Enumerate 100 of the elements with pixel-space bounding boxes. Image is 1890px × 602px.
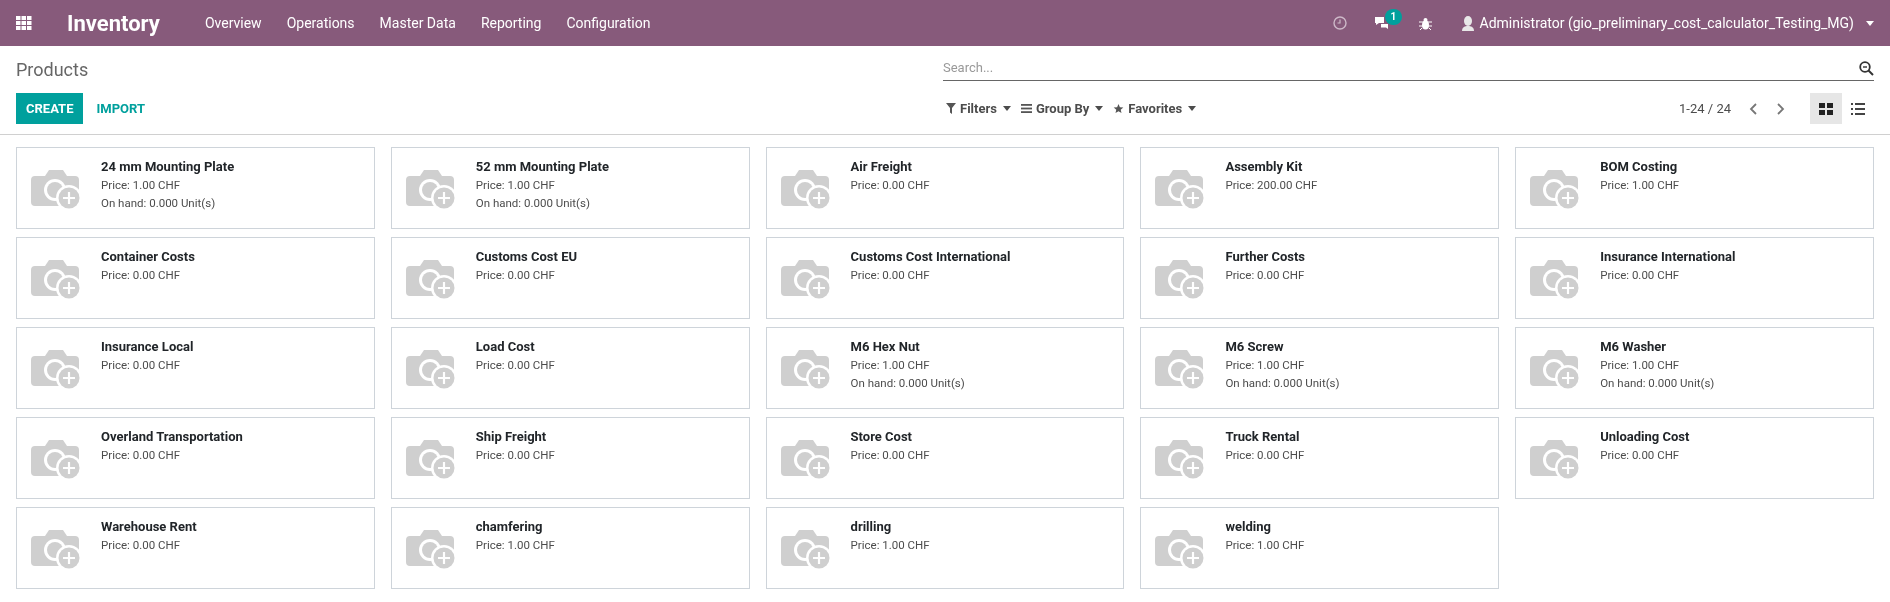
product-price: Price: 0.00 CHF	[101, 537, 182, 554]
product-price: Price: 0.00 CHF	[1600, 447, 1681, 464]
search-icon[interactable]	[1859, 61, 1874, 77]
product-card[interactable]: welding Price: 1.00 CHF	[1140, 507, 1500, 589]
nav-menu-item[interactable]: Operations	[286, 12, 355, 34]
caret-icon	[1188, 106, 1197, 111]
product-name: Air Freight	[850, 158, 913, 176]
product-price: Price: 0.00 CHF	[1225, 267, 1306, 284]
product-card[interactable]: Customs Cost International Price: 0.00 CHF	[765, 237, 1125, 319]
product-price: Price: 1.00 CHF	[1225, 357, 1306, 374]
nav-menu-item[interactable]: Master Data	[379, 12, 456, 34]
product-price: Price: 1.00 CHF	[475, 177, 556, 194]
product-price: Price: 1.00 CHF	[850, 357, 931, 374]
product-price: Price: 0.00 CHF	[850, 267, 931, 284]
list-view-icon	[1851, 102, 1865, 115]
product-name: Load Cost	[475, 338, 536, 356]
product-card[interactable]: Air Freight Price: 0.00 CHF	[765, 147, 1125, 229]
chevron-left-icon[interactable]	[1749, 102, 1757, 115]
product-price: Price: 0.00 CHF	[1600, 267, 1681, 284]
apps-grid-icon[interactable]	[16, 16, 32, 30]
filter-dropdown[interactable]: Group By	[1020, 98, 1104, 119]
product-card[interactable]: Assembly Kit Price: 200.00 CHF	[1140, 147, 1500, 229]
product-price: Price: 0.00 CHF	[850, 447, 930, 464]
product-price: Price: 0.00 CHF	[850, 177, 930, 194]
product-card[interactable]: Container Costs Price: 0.00 CHF	[16, 237, 375, 319]
kanban-view-icon	[1819, 102, 1833, 115]
product-card[interactable]: Warehouse Rent Price: 0.00 CHF	[16, 507, 375, 589]
view-switch-button[interactable]	[1810, 93, 1842, 124]
product-on-hand: On hand: 0.000 Unit(s)	[1225, 375, 1340, 392]
product-card[interactable]: Overland Transportation Price: 0.00 CHF	[16, 417, 375, 499]
caret-icon	[1002, 106, 1011, 111]
message-count-badge: 1	[1384, 9, 1403, 25]
product-name: Insurance International	[1600, 248, 1736, 266]
product-card[interactable]: Truck Rental Price: 0.00 CHF	[1140, 417, 1500, 499]
bug-icon[interactable]	[1418, 16, 1432, 30]
product-card[interactable]: M6 Screw Price: 1.00 CHF On hand: 0.000 Unit(s)	[1140, 327, 1500, 409]
product-card[interactable]: BOM Costing Price: 1.00 CHF	[1515, 147, 1874, 229]
product-card[interactable]: drilling Price: 1.00 CHF	[765, 507, 1125, 589]
product-on-hand: On hand: 0.000 Unit(s)	[475, 195, 591, 212]
filter-dropdown[interactable]: Filters	[946, 98, 1011, 119]
product-price: Price: 0.00 CHF	[475, 447, 555, 464]
product-name: M6 Screw	[1225, 338, 1285, 356]
product-name: Assembly Kit	[1225, 158, 1304, 176]
product-price: Price: 1.00 CHF	[475, 537, 555, 554]
product-card[interactable]: Further Costs Price: 0.00 CHF	[1140, 237, 1500, 319]
product-card[interactable]: 24 mm Mounting Plate Price: 1.00 CHF On hand: 0.000 Unit(s)	[16, 147, 375, 229]
product-price: Price: 200.00 CHF	[1225, 177, 1318, 194]
product-name: BOM Costing	[1600, 158, 1679, 176]
product-price: Price: 0.00 CHF	[1225, 447, 1305, 464]
product-price: Price: 0.00 CHF	[475, 357, 555, 374]
app-title[interactable]: Inventory	[67, 6, 160, 40]
product-name: Truck Rental	[1225, 428, 1301, 446]
product-name: M6 Hex Nut	[850, 338, 921, 356]
nav-menu-item[interactable]: Configuration	[566, 12, 651, 34]
product-on-hand: On hand: 0.000 Unit(s)	[101, 195, 217, 212]
product-card[interactable]: chamfering Price: 1.00 CHF	[390, 507, 750, 589]
product-card[interactable]: Unloading Cost Price: 0.00 CHF	[1515, 417, 1874, 499]
product-name: Ship Freight	[475, 428, 548, 446]
product-price: Price: 0.00 CHF	[101, 357, 182, 374]
product-name: Warehouse Rent	[101, 518, 197, 536]
user-avatar-icon	[1461, 15, 1474, 31]
product-card[interactable]: Insurance International Price: 0.00 CHF	[1515, 237, 1874, 319]
product-price: Price: 1.00 CHF	[1225, 537, 1305, 554]
product-name: Further Costs	[1225, 248, 1306, 266]
user-menu[interactable]: Administrator (gio_preliminary_cost_calculator_Testing_MG)	[1461, 12, 1874, 34]
product-name: welding	[1225, 518, 1272, 536]
product-name: Container Costs	[101, 248, 195, 266]
search-field[interactable]: Search...	[943, 57, 1859, 81]
product-card[interactable]: Load Cost Price: 0.00 CHF	[390, 327, 750, 409]
star-icon	[1113, 103, 1125, 114]
filter-icon	[946, 103, 956, 114]
product-price: Price: 1.00 CHF	[850, 537, 930, 554]
clock-icon[interactable]	[1332, 16, 1347, 30]
nav-menu-item[interactable]: Overview	[204, 12, 262, 34]
product-name: Overland Transportation	[101, 428, 243, 446]
product-card[interactable]: Customs Cost EU Price: 0.00 CHF	[390, 237, 750, 319]
product-name: Insurance Local	[101, 338, 194, 356]
product-card[interactable]: M6 Washer Price: 1.00 CHF On hand: 0.000 Unit(s)	[1515, 327, 1874, 409]
product-name: drilling	[850, 518, 893, 536]
filter-dropdown[interactable]: Favorites	[1113, 98, 1197, 119]
pager-value: 1-24 / 24	[1679, 99, 1731, 118]
product-price: Price: 1.00 CHF	[1600, 357, 1681, 374]
product-name: Customs Cost International	[850, 248, 1011, 266]
product-on-hand: On hand: 0.000 Unit(s)	[850, 375, 965, 392]
product-card[interactable]: Store Cost Price: 0.00 CHF	[765, 417, 1125, 499]
caret-icon	[1095, 106, 1104, 111]
product-name: Customs Cost EU	[475, 248, 578, 266]
nav-menu-item[interactable]: Reporting	[480, 12, 542, 34]
chat-bubbles-icon[interactable]	[1373, 16, 1391, 30]
product-price: Price: 0.00 CHF	[101, 447, 182, 464]
product-card[interactable]: Insurance Local Price: 0.00 CHF	[16, 327, 375, 409]
product-card[interactable]: Ship Freight Price: 0.00 CHF	[390, 417, 750, 499]
chevron-right-icon[interactable]	[1777, 102, 1785, 115]
caret-icon	[1866, 20, 1874, 26]
product-name: 24 mm Mounting Plate	[101, 158, 235, 176]
product-price: Price: 1.00 CHF	[1600, 177, 1680, 194]
page-title: Products	[16, 58, 89, 82]
product-card[interactable]: M6 Hex Nut Price: 1.00 CHF On hand: 0.000 Unit(s)	[765, 327, 1125, 409]
product-name: Unloading Cost	[1600, 428, 1690, 446]
product-card[interactable]: 52 mm Mounting Plate Price: 1.00 CHF On hand: 0.000 Unit(s)	[390, 147, 750, 229]
